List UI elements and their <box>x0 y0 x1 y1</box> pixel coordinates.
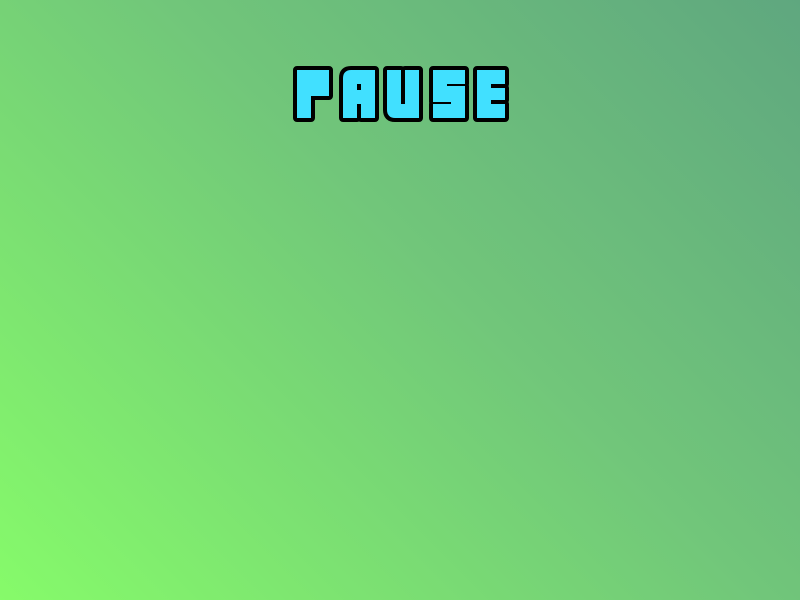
pause-title-container: PAUSE <box>0 62 800 130</box>
pause-title-logo <box>293 66 509 122</box>
pause-screen: PAUSE <box>0 0 800 600</box>
